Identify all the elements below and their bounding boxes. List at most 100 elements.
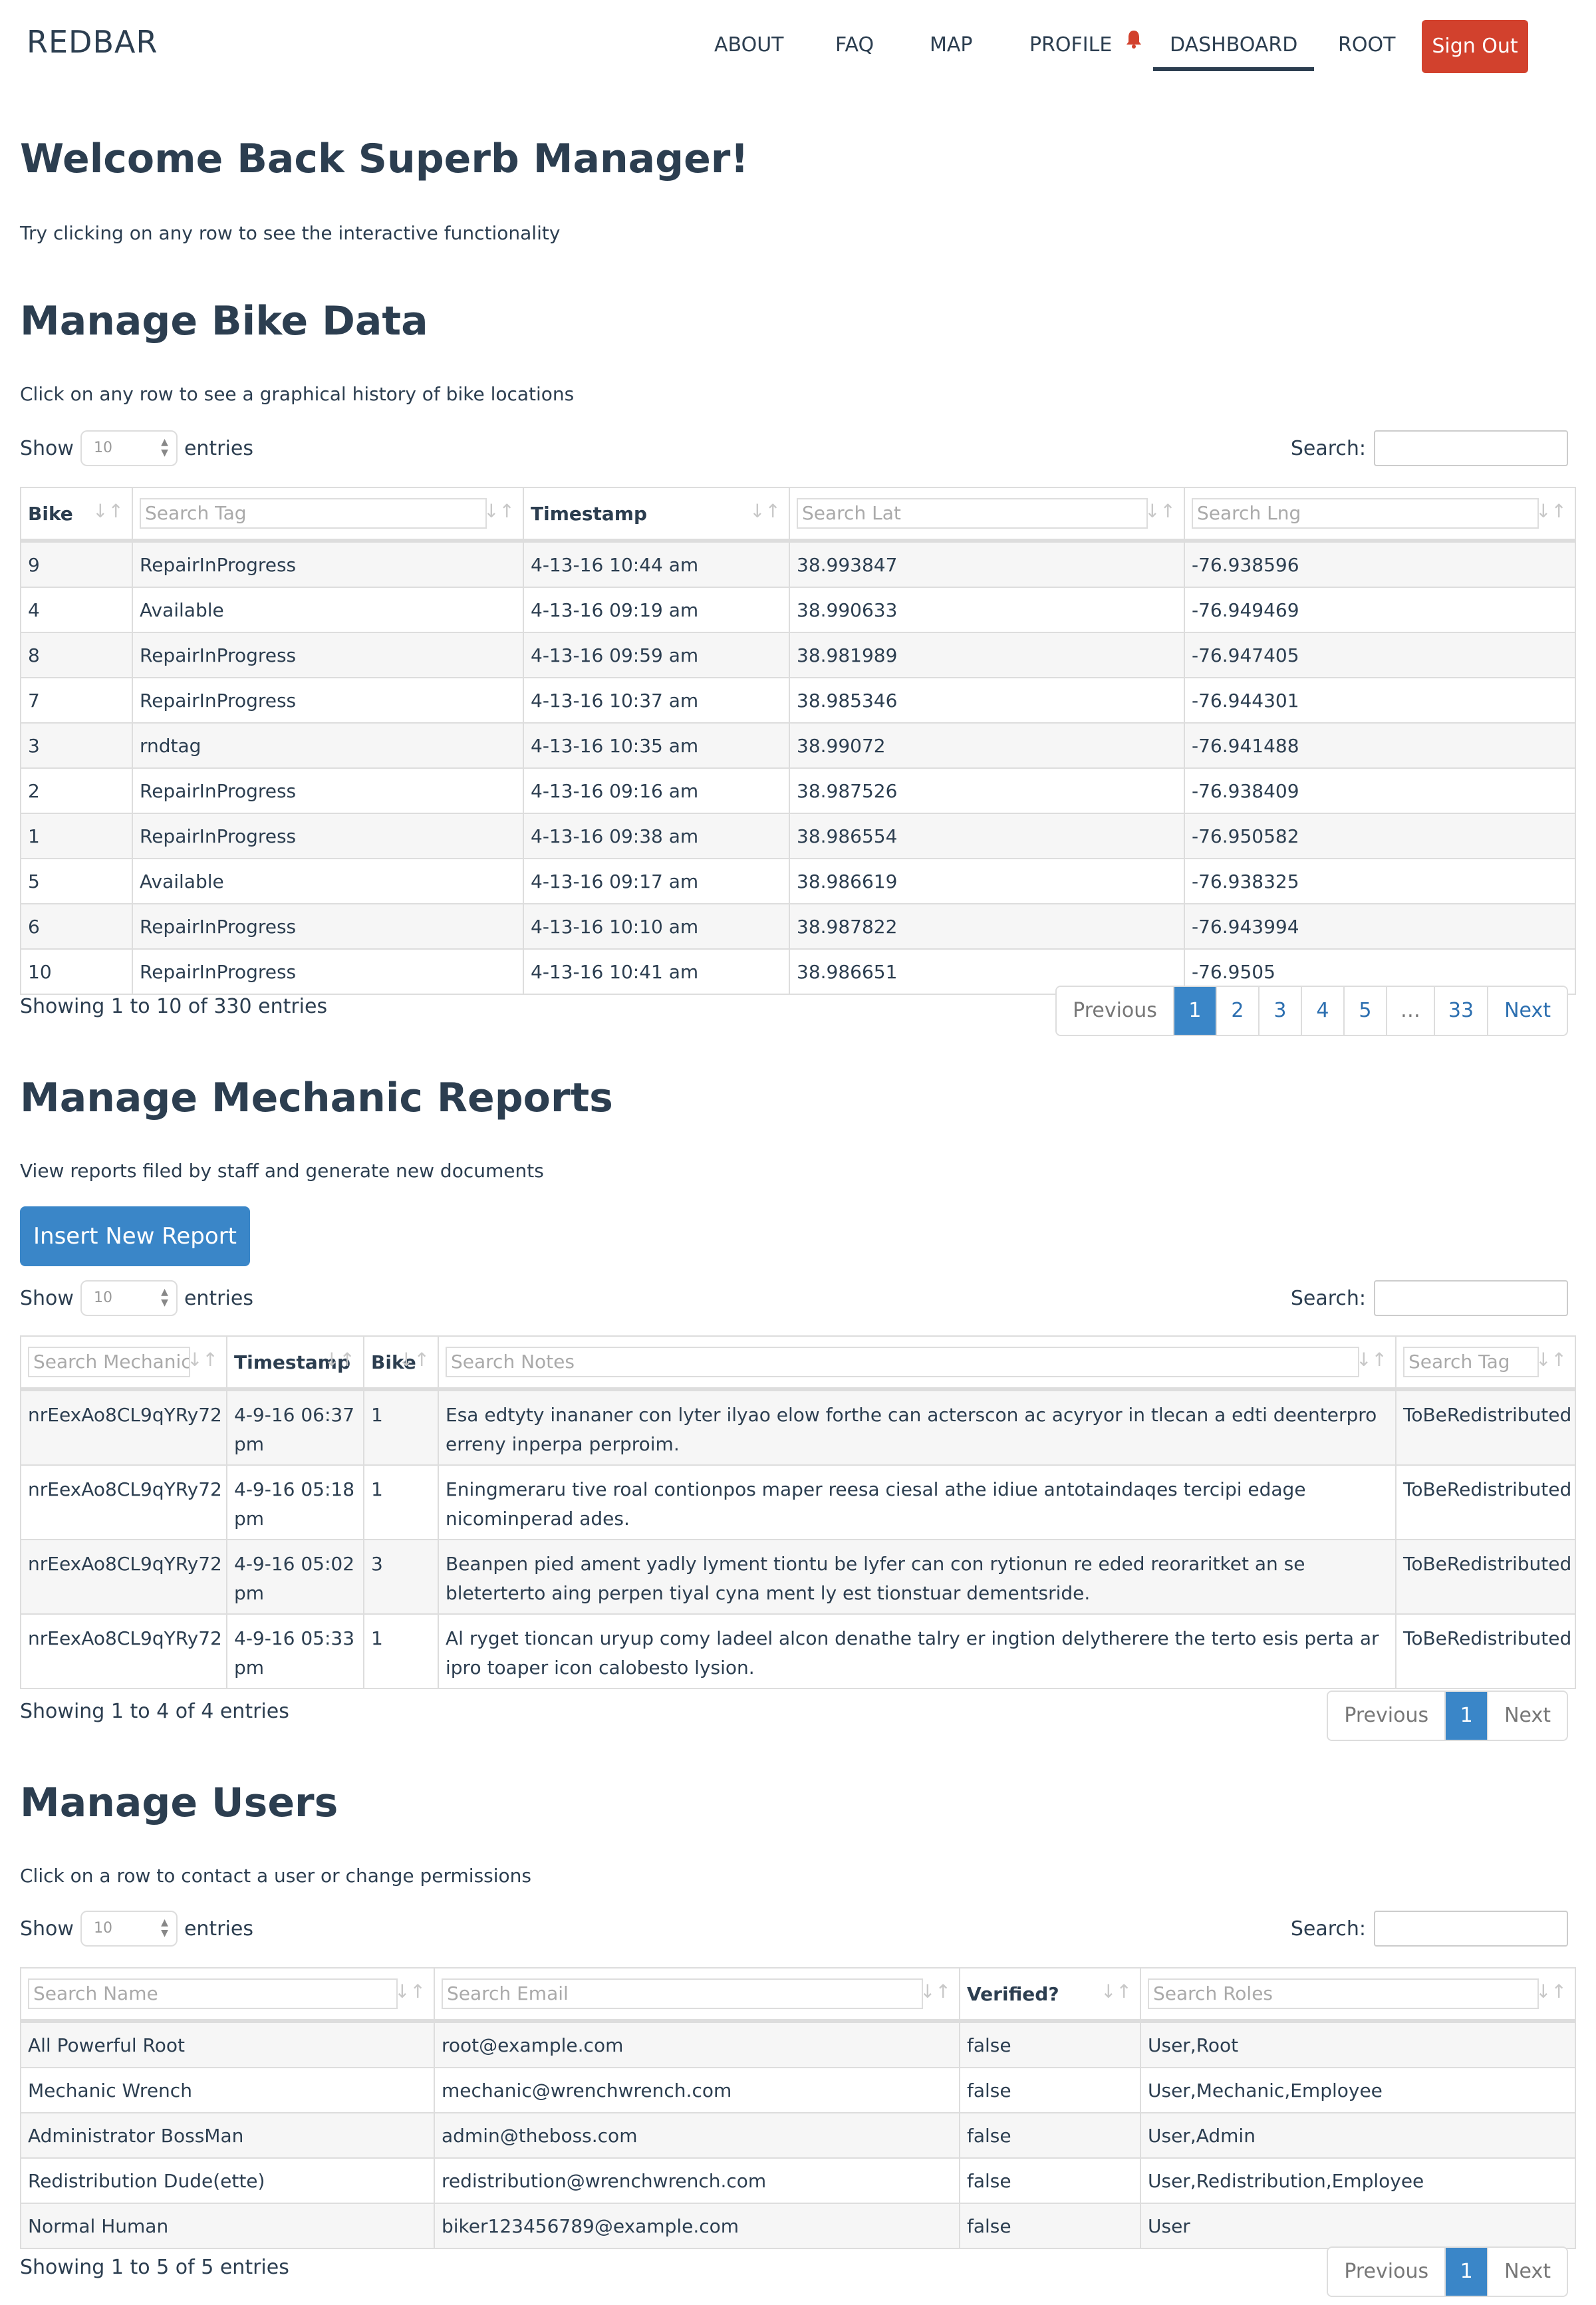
table-row[interactable]: 3 rndtag 4-13-16 10:35 am 38.99072 -76.94148… bbox=[21, 722, 1575, 767]
page-button-5[interactable]: 5 bbox=[1343, 987, 1386, 1035]
table-row[interactable]: 5 Available 4-13-16 09:17 am 38.986619 -76.9… bbox=[21, 858, 1575, 903]
table-row[interactable]: 4 Available 4-13-16 09:19 am 38.990633 -76.9… bbox=[21, 587, 1575, 632]
reports-table-body: nrEexAo8CL9qYRy72 4-9-16 06:37 pm 1 Esa edt… bbox=[21, 1390, 1575, 1688]
table-row[interactable]: Mechanic Wrench mechanic@wrenchwrench.com… bbox=[21, 2067, 1575, 2112]
table-row[interactable]: Administrator BossMan admin@theboss.com fa… bbox=[21, 2112, 1575, 2157]
reports-search-notes-input[interactable]: Search Notes bbox=[446, 1347, 1359, 1377]
table-row[interactable]: 1 RepairInProgress 4-13-16 09:38 am 38.9865… bbox=[21, 813, 1575, 858]
table-cell: 38.987822 bbox=[789, 904, 1184, 948]
table-cell: RepairInProgress bbox=[132, 950, 523, 994]
users-next-button[interactable]: Next bbox=[1487, 2248, 1567, 2296]
nav-root[interactable]: ROOT bbox=[1338, 33, 1395, 57]
bikes-table-header: Bike ↓↑ Search Tag ↓↑ Timestamp ↓↑ Searc… bbox=[21, 488, 1575, 541]
bikes-next-button[interactable]: Next bbox=[1487, 987, 1567, 1035]
nav-about[interactable]: ABOUT bbox=[714, 33, 783, 57]
sort-icon[interactable]: ↓↑ bbox=[187, 1349, 218, 1371]
nav-dashboard[interactable]: DASHBOARD bbox=[1153, 33, 1315, 71]
bikes-header-timestamp[interactable]: Timestamp ↓↑ bbox=[523, 488, 789, 539]
reports-header-timestamp[interactable]: Timestamp ↓↑ bbox=[226, 1337, 363, 1387]
table-cell: 4-13-16 09:38 am bbox=[523, 814, 789, 858]
reports-table: Search MechanicID ↓↑ Timestamp ↓↑ Bike ↓… bbox=[20, 1335, 1576, 1689]
table-cell: -76.938409 bbox=[1184, 769, 1575, 813]
sort-icon[interactable]: ↓↑ bbox=[920, 1980, 951, 2002]
sort-icon[interactable]: ↓↑ bbox=[483, 500, 515, 522]
page-button-3[interactable]: 3 bbox=[1258, 987, 1301, 1035]
sort-icon[interactable]: ↓↑ bbox=[1535, 500, 1567, 522]
brand-logo[interactable]: REDBAR bbox=[27, 24, 158, 60]
insert-new-report-button[interactable]: Insert New Report bbox=[20, 1206, 250, 1266]
table-cell: 4-9-16 06:37 pm bbox=[226, 1391, 363, 1464]
bikes-search-lat-input[interactable]: Search Lat bbox=[797, 498, 1148, 529]
table-row[interactable]: nrEexAo8CL9qYRy72 4-9-16 05:02 pm 3 Beanpen… bbox=[21, 1539, 1575, 1613]
users-search-name-input[interactable]: Search Name bbox=[28, 1978, 398, 2009]
bikes-search-tag-input[interactable]: Search Tag bbox=[140, 498, 487, 529]
table-cell: 4-9-16 05:33 pm bbox=[226, 1615, 363, 1688]
users-search-roles-input[interactable]: Search Roles bbox=[1148, 1978, 1539, 2009]
sign-out-button[interactable]: Sign Out bbox=[1422, 20, 1528, 73]
sort-icon[interactable]: ↓↑ bbox=[749, 500, 781, 522]
bikes-header-bike[interactable]: Bike ↓↑ bbox=[21, 488, 132, 539]
users-header-verified[interactable]: Verified? ↓↑ bbox=[959, 1968, 1140, 2019]
bikes-description: Click on any row to see a graphical hist… bbox=[20, 383, 575, 405]
reports-page-list: 1 bbox=[1444, 1692, 1488, 1740]
page-button-1[interactable]: 1 bbox=[1172, 987, 1216, 1035]
bikes-search-lng-input[interactable]: Search Lng bbox=[1192, 498, 1539, 529]
table-row[interactable]: Redistribution Dude(ette) redistribution@… bbox=[21, 2157, 1575, 2203]
table-cell: 4-13-16 10:44 am bbox=[523, 543, 789, 587]
page-button-2[interactable]: 2 bbox=[1215, 987, 1258, 1035]
users-pagination: Previous 1 Next bbox=[1327, 2246, 1568, 2297]
bikes-entries-select[interactable]: 10 ▲ ▼ bbox=[80, 430, 178, 466]
table-row[interactable]: nrEexAo8CL9qYRy72 4-9-16 06:37 pm 1 Esa edt… bbox=[21, 1390, 1575, 1464]
table-cell: -76.947405 bbox=[1184, 633, 1575, 677]
reports-previous-button[interactable]: Previous bbox=[1328, 1692, 1445, 1740]
page-button-4[interactable]: 4 bbox=[1300, 987, 1343, 1035]
sort-icon[interactable]: ↓↑ bbox=[92, 500, 124, 522]
reports-search-mechanic-input[interactable]: Search MechanicID bbox=[28, 1347, 190, 1377]
sort-icon[interactable]: ↓↑ bbox=[398, 1349, 430, 1371]
sort-icon[interactable]: ↓↑ bbox=[1144, 500, 1176, 522]
reports-search-tag-input[interactable]: Search Tag bbox=[1403, 1347, 1539, 1377]
notification-bell-icon[interactable] bbox=[1125, 29, 1142, 49]
users-search-input[interactable] bbox=[1374, 1911, 1568, 1947]
navbar: REDBAR ABOUT FAQ MAP PROFILE DASHBOARD R… bbox=[0, 0, 1596, 93]
table-cell: 4-9-16 05:18 pm bbox=[226, 1466, 363, 1539]
table-row[interactable]: All Powerful Root root@example.com false Us… bbox=[21, 2022, 1575, 2067]
reports-header-bike[interactable]: Bike ↓↑ bbox=[363, 1337, 438, 1387]
page-button-1[interactable]: 1 bbox=[1444, 2248, 1488, 2296]
show-label: Show bbox=[20, 1917, 74, 1941]
table-row[interactable]: 7 RepairInProgress 4-13-16 10:37 am 38.9853… bbox=[21, 677, 1575, 722]
table-cell: RepairInProgress bbox=[132, 814, 523, 858]
sort-icon[interactable]: ↓↑ bbox=[1356, 1349, 1387, 1371]
table-row[interactable]: nrEexAo8CL9qYRy72 4-9-16 05:18 pm 1 Eningme… bbox=[21, 1464, 1575, 1539]
reports-entries-select[interactable]: 10 ▲ ▼ bbox=[80, 1280, 178, 1316]
reports-next-button[interactable]: Next bbox=[1487, 1692, 1567, 1740]
table-cell: -76.938325 bbox=[1184, 859, 1575, 903]
table-row[interactable]: 9 RepairInProgress 4-13-16 10:44 am 38.9938… bbox=[21, 541, 1575, 587]
reports-search-input[interactable] bbox=[1374, 1280, 1568, 1316]
page-button-33[interactable]: 33 bbox=[1433, 987, 1488, 1035]
table-cell: 3 bbox=[28, 734, 40, 757]
table-row[interactable]: nrEexAo8CL9qYRy72 4-9-16 05:33 pm 1 Al ryge… bbox=[21, 1613, 1575, 1688]
nav-profile[interactable]: PROFILE bbox=[1029, 33, 1112, 57]
sort-icon[interactable]: ↓↑ bbox=[1535, 1349, 1567, 1371]
table-cell: 38.986554 bbox=[789, 814, 1184, 858]
nav-faq[interactable]: FAQ bbox=[835, 33, 874, 57]
users-search: Search: bbox=[1291, 1910, 1568, 1947]
table-cell: User,Mechanic,Employee bbox=[1140, 2068, 1575, 2112]
sort-icon[interactable]: ↓↑ bbox=[394, 1980, 426, 2002]
bikes-previous-button[interactable]: Previous bbox=[1057, 987, 1173, 1035]
table-row[interactable]: 6 RepairInProgress 4-13-16 10:10 am 38.9878… bbox=[21, 903, 1575, 948]
table-row[interactable]: 8 RepairInProgress 4-13-16 09:59 am 38.9819… bbox=[21, 632, 1575, 677]
table-cell: Administrator BossMan bbox=[28, 2124, 244, 2147]
sort-icon[interactable]: ↓↑ bbox=[324, 1349, 355, 1371]
sort-icon[interactable]: ↓↑ bbox=[1101, 1980, 1132, 2002]
bikes-search-input[interactable] bbox=[1374, 430, 1568, 466]
users-previous-button[interactable]: Previous bbox=[1328, 2248, 1445, 2296]
users-entries-select[interactable]: 10 ▲ ▼ bbox=[80, 1911, 178, 1947]
table-row[interactable]: 2 RepairInProgress 4-13-16 09:16 am 38.9875… bbox=[21, 767, 1575, 813]
nav-map[interactable]: MAP bbox=[930, 33, 973, 57]
sort-icon[interactable]: ↓↑ bbox=[1535, 1980, 1567, 2002]
table-row[interactable]: Normal Human biker123456789@example.com fa… bbox=[21, 2203, 1575, 2248]
page-button-1[interactable]: 1 bbox=[1444, 1692, 1488, 1740]
users-search-email-input[interactable]: Search Email bbox=[442, 1978, 923, 2009]
